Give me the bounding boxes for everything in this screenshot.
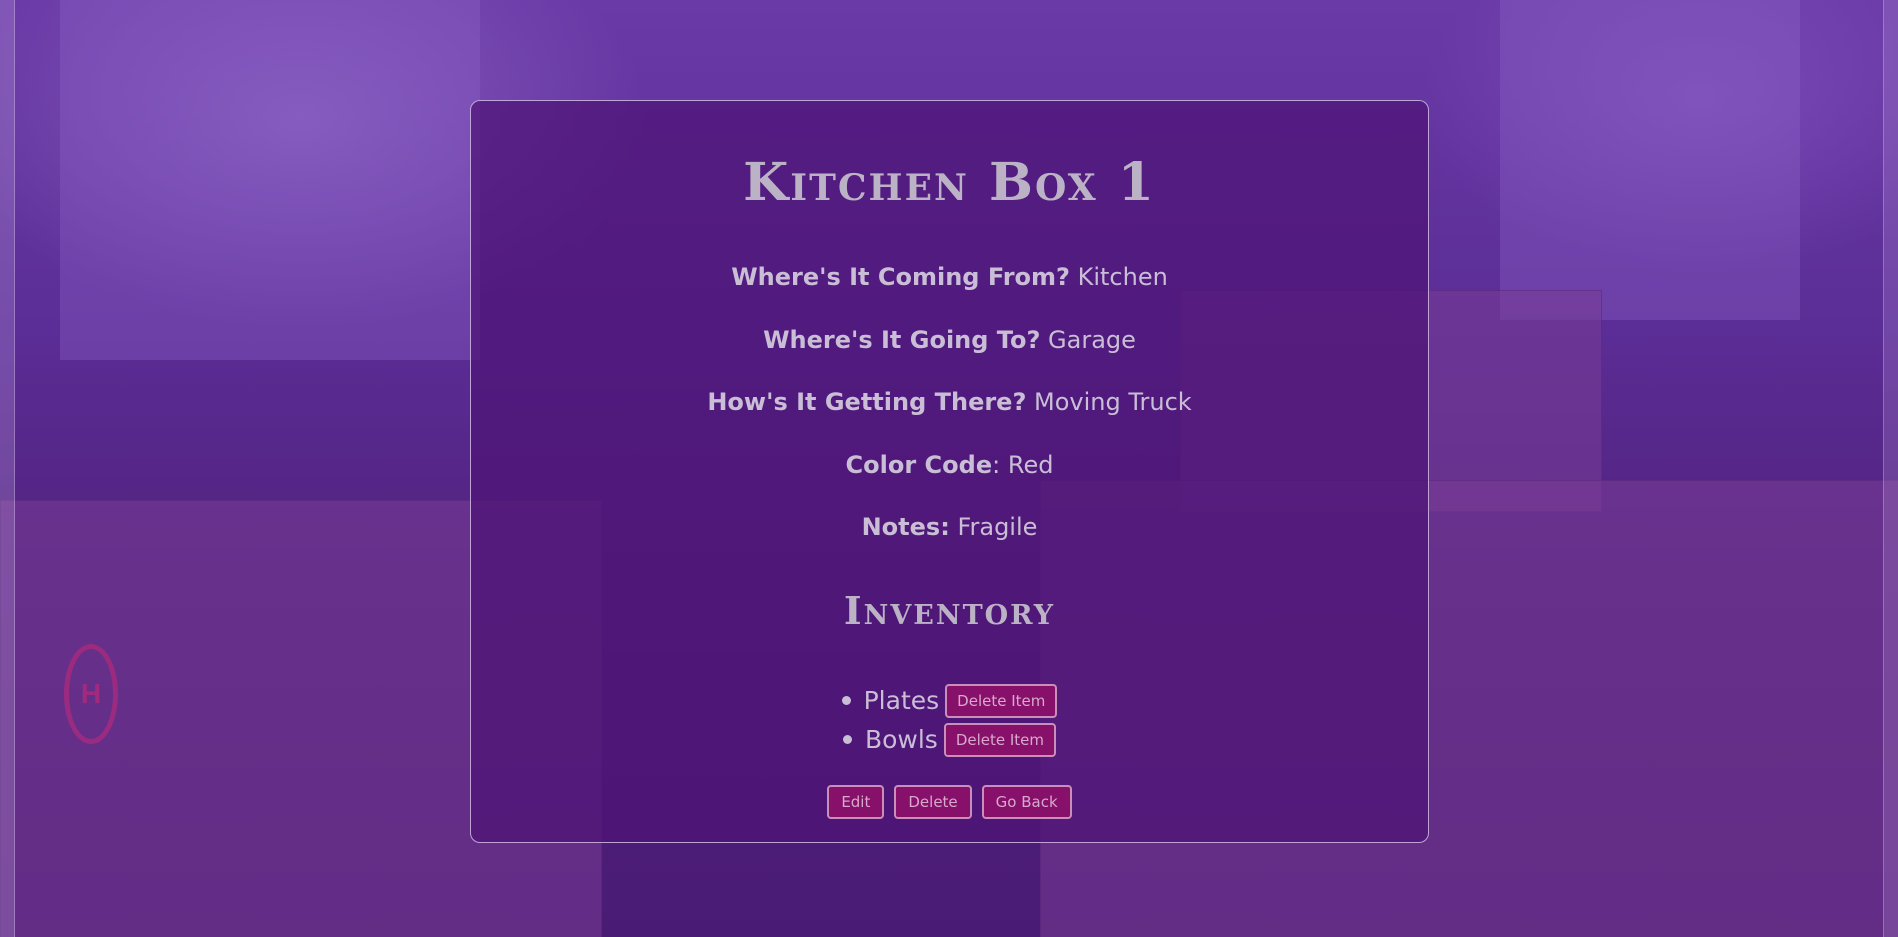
inventory-list: Plates Delete Item Bowls Delete Item (471, 681, 1428, 759)
background-edge (1883, 0, 1898, 937)
item-name: Bowls (864, 725, 938, 754)
go-back-button[interactable]: Go Back (981, 785, 1072, 819)
list-item: Bowls Delete Item (471, 720, 1428, 759)
field-value: Red (1007, 451, 1054, 479)
field-label: Where's It Coming From? (731, 263, 1070, 291)
list-item: Plates Delete Item (471, 681, 1428, 720)
delete-item-button[interactable]: Delete Item (943, 722, 1057, 757)
delete-item-button[interactable]: Delete Item (945, 683, 1058, 718)
field-going-to: Where's It Going To? Garage (471, 326, 1428, 354)
background-window (60, 0, 480, 360)
edit-button[interactable]: Edit (827, 785, 885, 819)
background-logo: H (64, 644, 118, 744)
background-window (1500, 0, 1800, 320)
box-detail-card: Kitchen Box 1 Where's It Coming From? Ki… (470, 100, 1429, 843)
bullet-icon (842, 735, 852, 744)
field-value: Kitchen (1077, 263, 1168, 291)
field-color-code: Color Code: Red (471, 451, 1428, 479)
field-separator: : (992, 451, 1001, 479)
field-value: Garage (1048, 326, 1136, 354)
delete-button[interactable]: Delete (894, 785, 972, 819)
field-label: How's It Getting There? (707, 388, 1027, 416)
bullet-icon (841, 696, 851, 705)
item-name: Plates (863, 686, 940, 715)
field-label: Notes: (861, 513, 950, 541)
field-notes: Notes: Fragile (471, 513, 1428, 541)
field-label: Color Code (845, 451, 993, 479)
field-coming-from: Where's It Coming From? Kitchen (471, 263, 1428, 291)
field-value: Moving Truck (1034, 388, 1192, 416)
field-label: Where's It Going To? (763, 326, 1041, 354)
background-edge (0, 0, 15, 937)
field-transport: How's It Getting There? Moving Truck (471, 388, 1428, 416)
box-title: Kitchen Box 1 (743, 152, 1156, 213)
field-value: Fragile (957, 513, 1038, 541)
action-bar: Edit Delete Go Back (471, 785, 1428, 819)
inventory-heading: Inventory (843, 588, 1056, 633)
